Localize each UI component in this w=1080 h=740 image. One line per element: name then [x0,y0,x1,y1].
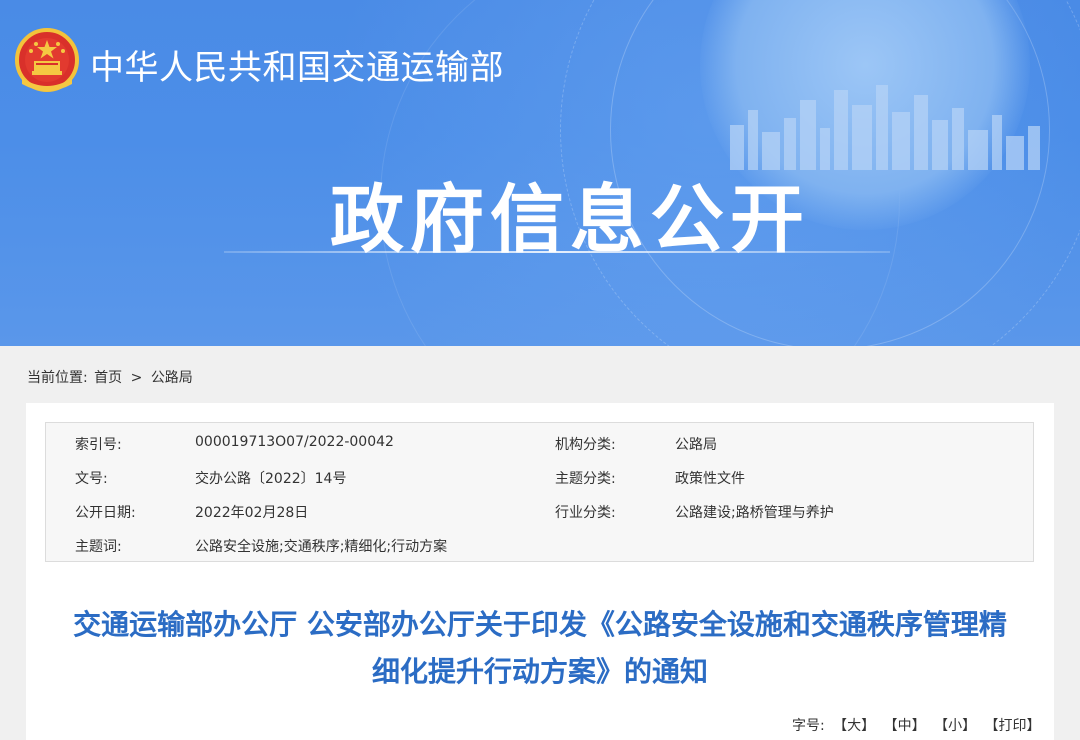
publish-date-label: 公开日期: [75,505,136,521]
breadcrumb-current-link[interactable]: 公路局 [151,370,193,386]
breadcrumb-separator: > [130,370,143,386]
font-size-controls: 字号: 【大】 【中】 【小】 【打印】 [792,715,1041,735]
keywords-label: 主题词: [75,539,122,555]
header-banner: 中华人民共和国交通运输部 政府信息公开 [0,0,1080,346]
index-value: 000019713O07/2022-00042 [195,434,394,450]
print-button[interactable]: 【打印】 [985,718,1041,734]
font-large-button[interactable]: 【大】 [833,718,875,734]
article-title-line: 交通运输部办公厅 公安部办公厅关于印发《公路安全设施和交通秩序管理精 [73,608,1007,641]
org-value: 公路局 [675,437,717,453]
topic-label: 主题分类: [555,471,616,487]
font-small-button[interactable]: 【小】 [934,718,976,734]
ministry-name: 中华人民共和国交通运输部 [90,48,504,88]
keywords-value: 公路安全设施;交通秩序;精细化;行动方案 [195,539,448,555]
org-label: 机构分类: [555,437,616,453]
doc-number-value: 交办公路〔2022〕14号 [195,471,347,487]
city-skyline-graphic [730,85,1040,170]
industry-value: 公路建设;路桥管理与养护 [675,505,834,521]
breadcrumb: 当前位置: 首页 > 公路局 [27,367,193,387]
font-medium-button[interactable]: 【中】 [884,718,926,734]
publish-date-value: 2022年02月28日 [195,505,309,521]
doc-number-label: 文号: [75,471,108,487]
article-title: 交通运输部办公厅 公安部办公厅关于印发《公路安全设施和交通秩序管理精 细化提升行… [26,601,1054,695]
article-title-line: 细化提升行动方案》的通知 [371,655,708,688]
document-meta-table: 索引号: 000019713O07/2022-00042 机构分类: 公路局 文… [45,422,1034,562]
breadcrumb-label: 当前位置: [27,370,88,386]
content-card: 索引号: 000019713O07/2022-00042 机构分类: 公路局 文… [26,403,1054,740]
breadcrumb-home-link[interactable]: 首页 [94,370,122,386]
national-emblem-icon [15,28,79,92]
topic-value: 政策性文件 [675,471,745,487]
font-size-label: 字号: [792,718,825,734]
index-label: 索引号: [75,437,122,453]
industry-label: 行业分类: [555,505,616,521]
title-underline [224,251,890,253]
